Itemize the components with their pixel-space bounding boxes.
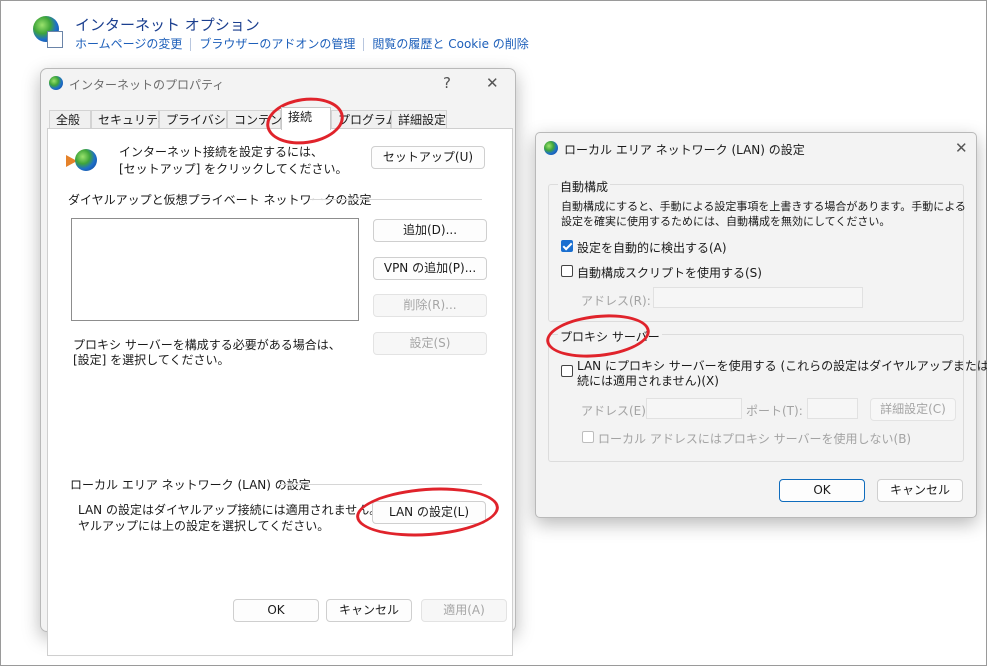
lan-text-line-2: ヤルアップには上の設定を選択してください。 [78,519,330,533]
titlebar[interactable]: インターネットのプロパティ ? ✕ [41,69,515,99]
add-vpn-button[interactable]: VPN の追加(P)... [373,257,487,280]
dialup-connections-list[interactable] [71,218,359,321]
lan-settings-dialog: ローカル エリア ネットワーク (LAN) の設定 ✕ 自動構成 自動構成にする… [535,132,987,518]
ok-button[interactable]: OK [779,479,865,502]
close-icon[interactable]: ✕ [486,74,499,92]
titlebar[interactable]: ローカル エリア ネットワーク (LAN) の設定 ✕ [536,133,976,163]
link-separator [190,38,192,51]
lan-group-divider [280,484,482,485]
dialup-group-divider [310,199,482,200]
tab-privacy[interactable]: プライバシー [159,110,238,129]
proxy-advanced-button[interactable]: 詳細設定(C) [870,398,956,421]
bypass-local-checkbox[interactable] [582,431,594,443]
proxy-address-label: アドレス(E): [581,404,650,418]
cancel-button[interactable]: キャンセル [326,599,412,622]
auto-config-desc-line-2: 設定を確実に使用するためには、自動構成を無効にしてください。 [561,215,891,228]
tab-connections[interactable]: 接続 [281,107,331,130]
auto-script-label[interactable]: 自動構成スクリプトを使用する(S) [577,264,762,281]
proxy-text-line-2: [設定] を選択してください。 [73,353,230,367]
tab-advanced[interactable]: 詳細設定 [391,110,447,129]
auto-detect-label[interactable]: 設定を自動的に検出する(A) [577,239,727,256]
link-separator [363,38,365,51]
setup-text-line-2: [セットアップ] をクリックしてください。 [119,162,348,176]
add-button[interactable]: 追加(D)... [373,219,487,242]
tab-content[interactable]: コンテンツ [227,110,294,129]
script-address-field[interactable] [653,287,863,308]
setup-button[interactable]: セットアップ(U) [371,146,485,169]
cancel-button[interactable]: キャンセル [877,479,963,502]
page-title: インターネット オプション [75,16,260,34]
bypass-local-label[interactable]: ローカル アドレスにはプロキシ サーバーを使用しない(B) [598,430,911,447]
link-change-homepage[interactable]: ホームページの変更 [75,37,182,51]
internet-options-icon [49,76,63,90]
checklist-overlay-icon [47,31,63,48]
settings-button[interactable]: 設定(S) [373,332,487,355]
use-proxy-label-line-2[interactable]: 続には適用されません)(X) [577,372,719,389]
use-proxy-checkbox[interactable] [561,365,573,377]
connections-panel: インターネット接続を設定するには、 [セットアップ] をクリックしてください。 … [47,128,513,656]
apply-button[interactable]: 適用(A) [421,599,507,622]
auto-config-desc-line-1: 自動構成にすると、手動による設定事項を上書きする場合があります。手動による [561,200,966,213]
remove-button[interactable]: 削除(R)... [373,294,487,317]
close-icon[interactable]: ✕ [955,139,968,157]
link-manage-addons[interactable]: ブラウザーのアドオンの管理 [199,37,355,51]
connection-wizard-globe-icon [75,149,97,171]
proxy-group-label: プロキシ サーバー [558,328,662,345]
tab-programs[interactable]: プログラム [331,110,398,129]
port-label: ポート(T): [746,404,803,418]
tab-general[interactable]: 全般 [49,110,91,129]
ok-button[interactable]: OK [233,599,319,622]
port-field[interactable] [807,398,858,419]
help-icon[interactable]: ? [443,74,451,92]
internet-options-icon [544,141,558,155]
internet-properties-dialog: インターネットのプロパティ ? ✕ 全般 セキュリティ プライバシー コンテンツ… [40,68,516,656]
dialog-title: ローカル エリア ネットワーク (LAN) の設定 [564,143,805,157]
header-links: ホームページの変更 ブラウザーのアドオンの管理 閲覧の履歴と Cookie の削除 [75,35,529,52]
link-delete-history[interactable]: 閲覧の履歴と Cookie の削除 [372,37,528,51]
tab-security[interactable]: セキュリティ [91,110,169,129]
auto-config-group-label: 自動構成 [558,178,611,195]
setup-text-line-1: インターネット接続を設定するには、 [119,145,324,159]
proxy-address-field[interactable] [646,398,742,419]
lan-text-line-1: LAN の設定はダイヤルアップ接続には適用されません。ダイ [78,503,406,517]
lan-settings-button[interactable]: LAN の設定(L) [372,501,486,524]
auto-detect-checkbox[interactable] [561,240,573,252]
script-address-label: アドレス(R): [581,294,651,308]
auto-script-checkbox[interactable] [561,265,573,277]
lan-group-label: ローカル エリア ネットワーク (LAN) の設定 [70,478,311,492]
dialog-title: インターネットのプロパティ [69,78,225,92]
